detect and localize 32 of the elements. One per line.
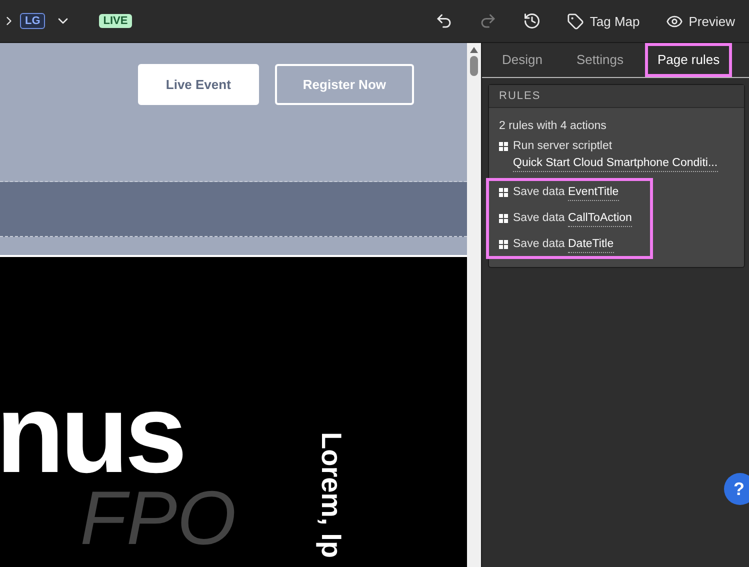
rule-target-link[interactable]: Quick Start Cloud Smartphone Conditi...: [513, 156, 718, 172]
undo-icon: [434, 12, 453, 30]
panel-tab[interactable]: Settings: [564, 43, 636, 77]
history-icon: [522, 12, 541, 30]
preview-button[interactable]: Preview: [660, 8, 741, 34]
rule-action: Save data DateTitle: [513, 236, 614, 253]
tag-map-button[interactable]: Tag Map: [560, 8, 646, 34]
rule-target-link[interactable]: EventTitle: [568, 185, 619, 201]
live-badge: LIVE: [99, 14, 132, 28]
panel-tab[interactable]: Page rules: [645, 43, 732, 77]
rule-target-link[interactable]: DateTitle: [568, 237, 614, 253]
grid-icon: [499, 188, 508, 197]
tag-icon: [566, 12, 584, 30]
grid-icon: [499, 142, 508, 151]
rule-action: Run server scriptlet Quick Start Cloud Smartphone Conditi...: [513, 138, 721, 172]
rule-action: Save data CallToAction: [513, 210, 632, 227]
rules-header: RULES: [489, 85, 744, 108]
rule-target-link[interactable]: CallToAction: [568, 211, 632, 227]
vertical-text: Lorem, Ip: [317, 432, 345, 558]
rules-summary: 2 rules with 4 actions: [499, 120, 608, 132]
redo-icon: [478, 12, 497, 30]
breakpoint-badge[interactable]: LG: [20, 13, 46, 29]
grid-icon: [499, 240, 508, 249]
scrollbar[interactable]: [467, 43, 481, 567]
panel-tab[interactable]: Design: [490, 43, 554, 77]
scroll-thumb[interactable]: [470, 56, 478, 76]
rule-action: Save data EventTitle: [513, 184, 619, 201]
cta-button[interactable]: Live Event: [138, 64, 259, 105]
watermark-text: FPO: [80, 481, 236, 557]
headline-text: nus: [0, 389, 184, 479]
scroll-up-icon[interactable]: [470, 47, 478, 53]
grid-icon: [499, 214, 508, 223]
